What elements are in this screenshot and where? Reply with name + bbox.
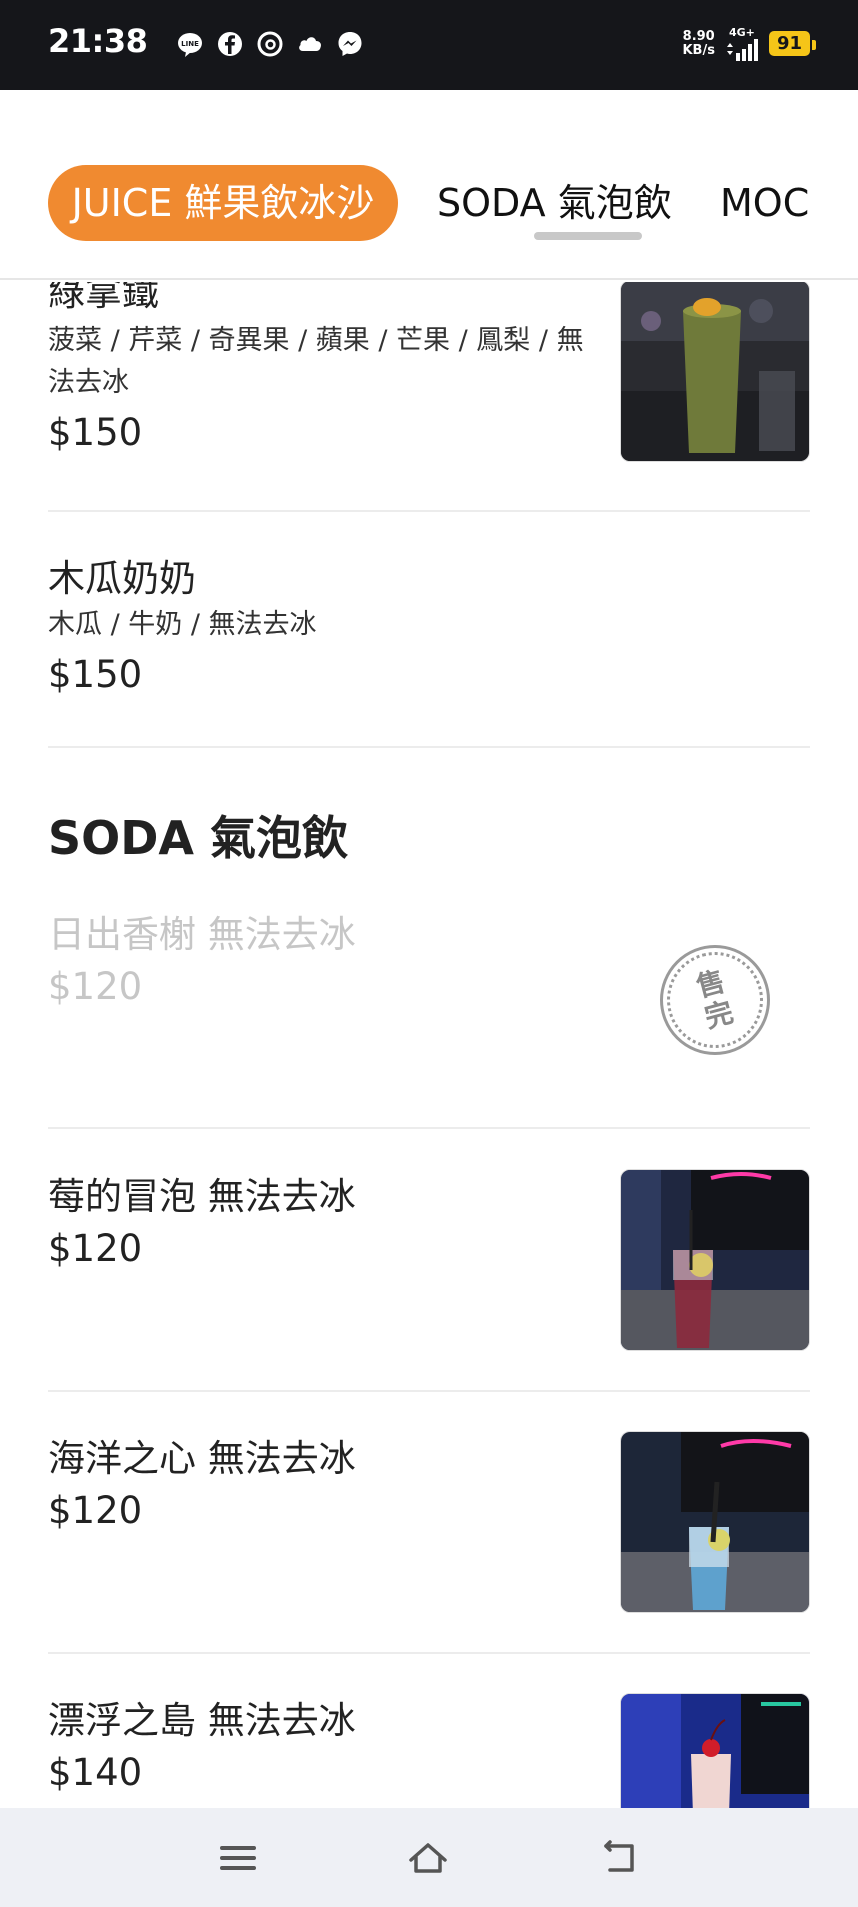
item-image-green-latte[interactable] bbox=[620, 282, 810, 462]
menu-item-papaya-milk[interactable]: 木瓜奶奶 木瓜 / 牛奶 / 無法去冰 $150 bbox=[48, 556, 810, 698]
battery-icon: 91 bbox=[768, 31, 817, 56]
home-icon[interactable] bbox=[406, 1836, 450, 1880]
battery-level: 91 bbox=[776, 33, 802, 54]
item-price: $150 bbox=[48, 653, 143, 696]
network-indicator: 4G+ bbox=[725, 26, 759, 61]
network-speed: 8.90 KB/s bbox=[682, 28, 715, 58]
network-type: 4G+ bbox=[728, 26, 755, 39]
notification-icons: LINE bbox=[176, 30, 364, 58]
speed-value: 8.90 bbox=[682, 28, 715, 44]
svg-text:LINE: LINE bbox=[181, 40, 199, 48]
threads-icon bbox=[257, 31, 283, 57]
status-bar: 21:38 LINE 8.90 KB/s 4G+ 91 bbox=[0, 0, 858, 90]
speed-unit: KB/s bbox=[682, 42, 715, 58]
item-description: 木瓜 / 牛奶 / 無法去冰 bbox=[48, 609, 317, 640]
category-tabs: JUICE 鮮果飲冰沙 SODA 氣泡飲 MOCK bbox=[0, 90, 858, 280]
signal-icon bbox=[726, 39, 758, 61]
section-title-soda: SODA 氣泡飲 bbox=[48, 811, 349, 865]
stamp-char: 完 bbox=[701, 995, 737, 1035]
tab-juice[interactable]: JUICE 鮮果飲冰沙 bbox=[48, 165, 398, 241]
menu-list[interactable]: 綠拿鐵 菠菜 / 芹菜 / 奇異果 / 蘋果 / 芒果 / 鳳梨 / 無 法去冰… bbox=[0, 282, 858, 1808]
item-image-berry-bubble[interactable] bbox=[620, 1169, 810, 1351]
item-name: 木瓜奶奶 bbox=[48, 557, 196, 600]
cloud-icon bbox=[299, 37, 321, 51]
facebook-icon bbox=[218, 32, 242, 56]
divider bbox=[48, 746, 810, 748]
system-nav-bar bbox=[0, 1808, 858, 1907]
line-icon: LINE bbox=[178, 33, 202, 57]
item-image-floating-island[interactable] bbox=[620, 1693, 810, 1808]
tab-scroll-indicator bbox=[534, 232, 642, 240]
divider bbox=[48, 1127, 810, 1129]
menu-icon[interactable] bbox=[216, 1836, 260, 1880]
back-icon[interactable] bbox=[598, 1836, 642, 1880]
tab-soda[interactable]: SODA 氣泡飲 bbox=[437, 165, 672, 241]
status-time: 21:38 bbox=[48, 22, 148, 60]
item-image-ocean-heart[interactable] bbox=[620, 1431, 810, 1613]
sold-out-stamp: 售 完 bbox=[656, 941, 774, 1059]
divider bbox=[48, 1652, 810, 1654]
messenger-icon bbox=[338, 32, 362, 56]
divider bbox=[48, 510, 810, 512]
status-right: 8.90 KB/s 4G+ 91 bbox=[682, 26, 817, 61]
tab-mock[interactable]: MOCK bbox=[720, 165, 810, 241]
divider bbox=[48, 1390, 810, 1392]
